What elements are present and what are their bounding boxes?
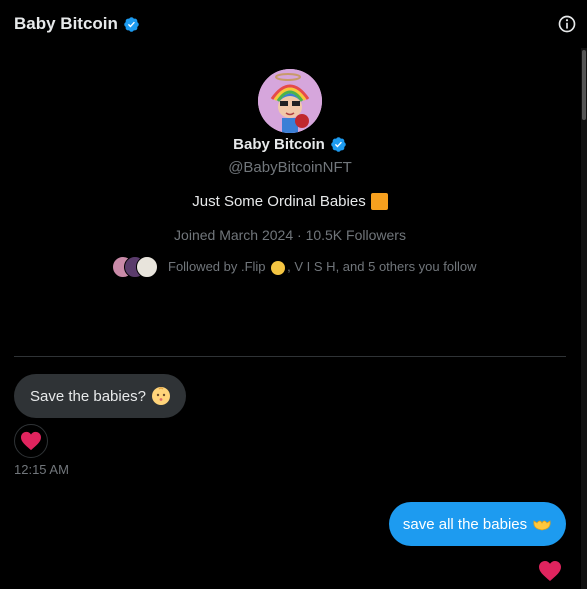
followed-suffix: , V I S H, and 5 others you follow bbox=[287, 259, 477, 275]
scrollbar-thumb[interactable] bbox=[582, 50, 586, 120]
message-text: Save the babies? bbox=[30, 387, 146, 405]
baby-avatar-illustration bbox=[258, 69, 322, 133]
orange-square-icon bbox=[370, 193, 388, 210]
heart-icon bbox=[539, 561, 561, 581]
header-name: Baby Bitcoin bbox=[14, 14, 118, 33]
message-bubble-incoming[interactable]: Save the babies? bbox=[14, 374, 186, 418]
message-timestamp: 12:15 AM bbox=[14, 462, 69, 477]
profile-handle[interactable]: @BabyBitcoinNFT bbox=[0, 159, 580, 176]
conversation-header: Baby Bitcoin bbox=[0, 0, 587, 48]
profile-avatar[interactable] bbox=[258, 69, 322, 133]
profile-name[interactable]: Baby Bitcoin bbox=[0, 136, 580, 153]
followed-by-row[interactable]: Followed by .Flip , V I S H, and 5 other… bbox=[112, 256, 477, 278]
follower-avatars bbox=[112, 256, 158, 278]
profile-meta: Joined March 2024 · 10.5K Followers bbox=[174, 227, 406, 243]
heart-icon bbox=[21, 431, 41, 451]
bio-text: Just Some Ordinal Babies bbox=[192, 193, 366, 210]
followed-by-text: Followed by .Flip , V I S H, and 5 other… bbox=[168, 259, 477, 275]
profile-name-text: Baby Bitcoin bbox=[233, 136, 325, 153]
verified-badge-icon bbox=[331, 137, 346, 152]
message-reaction[interactable] bbox=[537, 558, 563, 584]
divider bbox=[14, 356, 566, 357]
header-title[interactable]: Baby Bitcoin bbox=[14, 14, 140, 34]
heart-hands-icon bbox=[533, 520, 551, 531]
message-text: save all the babies bbox=[402, 515, 528, 533]
smiley-coin-icon bbox=[271, 260, 286, 275]
followed-prefix: Followed by .Flip bbox=[168, 259, 266, 275]
profile-bio: Just Some Ordinal Babies bbox=[0, 193, 580, 210]
scrollbar-track[interactable] bbox=[581, 48, 587, 589]
message-reaction[interactable] bbox=[14, 424, 48, 458]
follower-avatar-3 bbox=[136, 256, 158, 278]
message-bubble-outgoing[interactable]: save all the babies bbox=[389, 502, 566, 546]
info-icon[interactable] bbox=[557, 14, 577, 34]
baby-face-icon bbox=[151, 387, 170, 405]
verified-badge-icon bbox=[124, 16, 139, 32]
